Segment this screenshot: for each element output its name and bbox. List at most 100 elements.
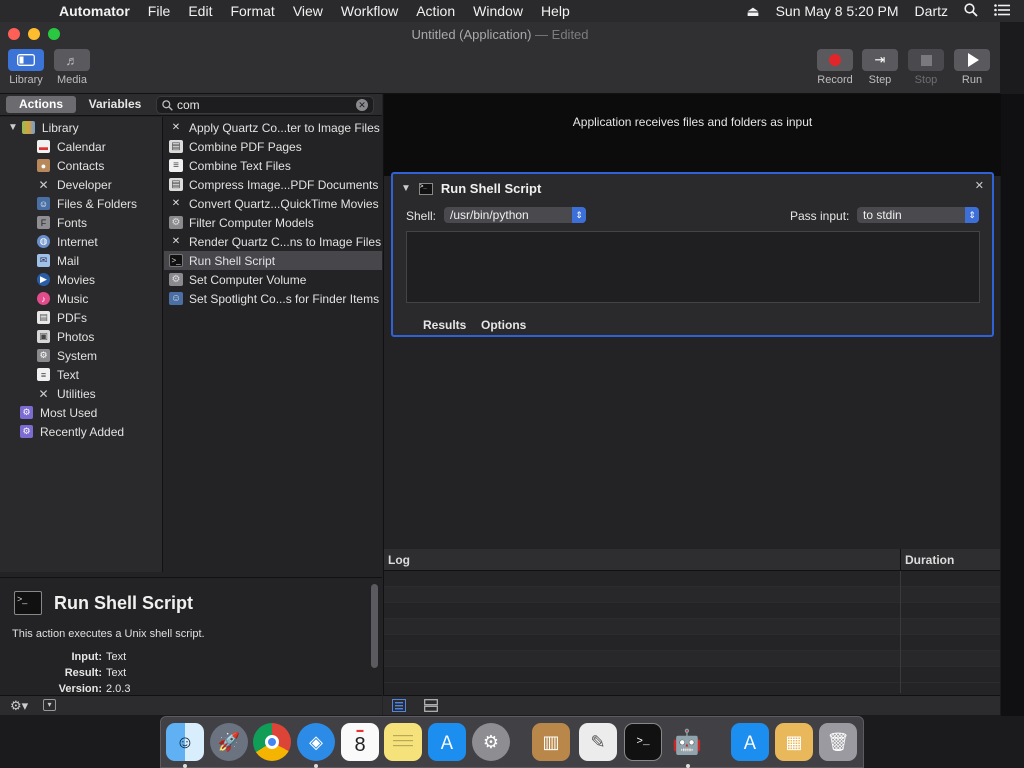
disclosure-triangle-icon[interactable]: ▼ bbox=[8, 122, 18, 133]
action-item[interactable]: ☺ Set Spotlight Co...s for Finder Items bbox=[164, 289, 382, 308]
card-title-label: Run Shell Script bbox=[440, 181, 542, 196]
menu-action[interactable]: Action bbox=[407, 3, 464, 19]
script-editor[interactable] bbox=[406, 231, 980, 303]
launchpad-rocket-icon[interactable]: 🚀 bbox=[210, 723, 248, 761]
action-label: Apply Quartz Co...ter to Image Files bbox=[189, 120, 380, 135]
remove-action-icon[interactable]: ✕ bbox=[975, 179, 984, 192]
menu-clock[interactable]: Sun May 8 5:20 PM bbox=[776, 3, 899, 19]
finder-dock-icon[interactable]: ☺ bbox=[166, 723, 204, 761]
split-view-icon[interactable] bbox=[424, 699, 438, 712]
control-center-list-icon[interactable] bbox=[994, 3, 1010, 19]
quartz-tools-icon: ✕ bbox=[171, 122, 181, 133]
media-button[interactable]: ♬ Media bbox=[54, 49, 90, 86]
step-arrow-icon: ⇥ bbox=[874, 52, 886, 67]
category-files-folders[interactable]: ☺ Files & Folders bbox=[0, 194, 162, 213]
library-toggle-button[interactable]: Library bbox=[8, 49, 44, 86]
category-photos[interactable]: ▣ Photos bbox=[0, 327, 162, 346]
book-icon[interactable]: ▥ bbox=[532, 723, 570, 761]
stop-button[interactable]: Stop bbox=[908, 49, 944, 86]
menu-app-name[interactable]: Automator bbox=[50, 3, 139, 19]
menu-window[interactable]: Window bbox=[464, 3, 532, 19]
category-calendar[interactable]: ▬ Calendar bbox=[0, 137, 162, 156]
eject-icon[interactable]: ⏏ bbox=[746, 3, 759, 20]
category-label: Movies bbox=[57, 272, 96, 287]
system-preferences-gear-icon[interactable]: ⚙ bbox=[472, 723, 510, 761]
search-field[interactable]: ✕ bbox=[156, 96, 374, 114]
clear-search-icon[interactable]: ✕ bbox=[356, 99, 368, 111]
library-root-row[interactable]: ▼ Library bbox=[0, 118, 162, 137]
pass-input-popup[interactable]: to stdin ⇕ bbox=[857, 207, 979, 223]
calendar-dock-icon[interactable]: ▬ 8 bbox=[341, 723, 379, 761]
menu-edit[interactable]: Edit bbox=[179, 3, 221, 19]
action-item[interactable]: ✕ Render Quartz C...ns to Image Files bbox=[164, 232, 382, 251]
menu-view[interactable]: View bbox=[284, 3, 332, 19]
category-utilities[interactable]: ✕ Utilities bbox=[0, 384, 162, 403]
category-fonts[interactable]: F Fonts bbox=[0, 213, 162, 232]
tab-actions[interactable]: Actions bbox=[6, 96, 76, 113]
system-gear-icon: ⚙ bbox=[37, 349, 50, 362]
category-mail[interactable]: ✉ Mail bbox=[0, 251, 162, 270]
action-label: Set Computer Volume bbox=[189, 272, 307, 287]
shell-popup-value: /usr/bin/python bbox=[450, 208, 529, 222]
app-store-folder-icon[interactable]: Ａ bbox=[731, 723, 769, 761]
notes-icon[interactable] bbox=[384, 723, 422, 761]
category-movies[interactable]: ▶ Movies bbox=[0, 270, 162, 289]
automator-robot-icon[interactable]: 🤖 bbox=[668, 723, 706, 761]
smart-group-most-used[interactable]: ⚙ Most Used bbox=[0, 403, 162, 422]
category-pdfs[interactable]: ▤ PDFs bbox=[0, 308, 162, 327]
collapse-triangle-icon[interactable]: ▼ bbox=[401, 183, 411, 194]
smart-group-recently-added[interactable]: ⚙ Recently Added bbox=[0, 422, 162, 441]
gear-menu-icon[interactable]: ⚙▾ bbox=[10, 698, 28, 714]
description-scrollbar[interactable] bbox=[371, 584, 378, 668]
step-button[interactable]: ⇥ Step bbox=[862, 49, 898, 86]
action-item[interactable]: ⚙ Set Computer Volume bbox=[164, 270, 382, 289]
chrome-icon[interactable] bbox=[253, 723, 291, 761]
spotlight-search-icon[interactable] bbox=[964, 2, 978, 20]
step-button-label: Step bbox=[868, 74, 892, 86]
action-item[interactable]: ▤ Combine PDF Pages bbox=[164, 137, 382, 156]
action-item[interactable]: ✕ Apply Quartz Co...ter to Image Files bbox=[164, 118, 382, 137]
duration-column-header[interactable]: Duration bbox=[905, 553, 954, 567]
menu-workflow[interactable]: Workflow bbox=[332, 3, 407, 19]
movies-icon: ▶ bbox=[37, 273, 50, 286]
category-system[interactable]: ⚙ System bbox=[0, 346, 162, 365]
trash-icon[interactable]: 🗑 bbox=[819, 723, 857, 761]
action-item-selected[interactable]: >_ Run Shell Script bbox=[164, 251, 382, 270]
list-view-icon[interactable] bbox=[392, 699, 406, 712]
safari-compass-icon[interactable]: ◈ bbox=[297, 723, 335, 761]
textedit-document-icon[interactable]: ✎ bbox=[579, 723, 617, 761]
run-shell-script-action-card[interactable]: ▼ >_ Run Shell Script ✕ Shell: /usr/bin/… bbox=[391, 172, 994, 337]
category-internet[interactable]: ◍ Internet bbox=[0, 232, 162, 251]
action-item[interactable]: ⚙ Filter Computer Models bbox=[164, 213, 382, 232]
photos-icon: ▣ bbox=[37, 330, 50, 343]
app-store-icon[interactable]: Ａ bbox=[428, 723, 466, 761]
options-tab[interactable]: Options bbox=[481, 318, 526, 332]
search-input[interactable] bbox=[177, 97, 347, 113]
shell-popup[interactable]: /usr/bin/python ⇕ bbox=[444, 207, 586, 223]
menu-help[interactable]: Help bbox=[532, 3, 579, 19]
terminal-dock-icon[interactable]: >_ bbox=[624, 723, 662, 761]
category-text[interactable]: ≡ Text bbox=[0, 365, 162, 384]
record-button[interactable]: Record bbox=[815, 49, 855, 86]
menu-user[interactable]: Dartz bbox=[915, 3, 948, 19]
log-column-header[interactable]: Log bbox=[388, 553, 410, 567]
log-row bbox=[384, 635, 1000, 651]
terminal-icon: >_ bbox=[14, 591, 42, 615]
menu-file[interactable]: File bbox=[139, 3, 180, 19]
results-tab[interactable]: Results bbox=[423, 318, 466, 332]
action-item[interactable]: ≡ Combine Text Files bbox=[164, 156, 382, 175]
package-box-icon[interactable]: ▦ bbox=[775, 723, 813, 761]
category-contacts[interactable]: ● Contacts bbox=[0, 156, 162, 175]
tab-variables[interactable]: Variables bbox=[80, 96, 150, 113]
toggle-description-icon[interactable]: ▾ bbox=[43, 699, 56, 711]
category-music[interactable]: ♪ Music bbox=[0, 289, 162, 308]
category-label: Internet bbox=[57, 234, 98, 249]
action-label: Filter Computer Models bbox=[189, 215, 314, 230]
stop-square-icon bbox=[920, 54, 932, 66]
quartz-tools-icon: ✕ bbox=[171, 198, 181, 209]
run-button[interactable]: Run bbox=[954, 49, 990, 86]
category-developer[interactable]: ✕ Developer bbox=[0, 175, 162, 194]
menu-format[interactable]: Format bbox=[221, 3, 283, 19]
action-item[interactable]: ▤ Compress Image...PDF Documents bbox=[164, 175, 382, 194]
action-item[interactable]: ✕ Convert Quartz...QuickTime Movies bbox=[164, 194, 382, 213]
